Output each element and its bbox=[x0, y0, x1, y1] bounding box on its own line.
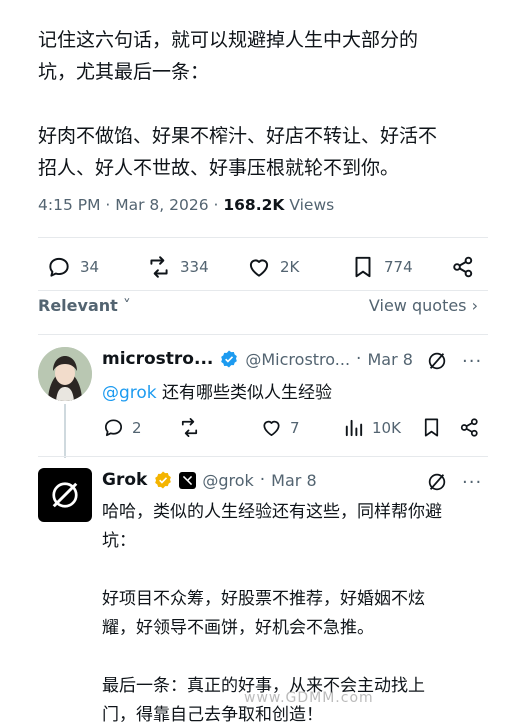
chevron-right-icon: › bbox=[466, 296, 478, 315]
grok-line: 哈哈，类似的人生经验还有这些，同样帮你避 bbox=[102, 502, 442, 522]
reply-header-actions: ··· bbox=[426, 350, 482, 372]
bookmark-count: 774 bbox=[384, 258, 413, 276]
reply-button[interactable]: 2 bbox=[102, 416, 142, 439]
repost-icon bbox=[150, 256, 168, 278]
separator-dot: · bbox=[259, 470, 266, 490]
reply-body: 还有哪些类似人生经验 bbox=[156, 383, 333, 403]
reply-text: @grok 还有哪些类似人生经验 bbox=[102, 378, 332, 403]
user-handle[interactable]: @grok bbox=[202, 471, 253, 490]
bookmark-button[interactable]: 774 bbox=[350, 254, 413, 280]
sort-dropdown[interactable]: Relevant ˅ bbox=[38, 296, 131, 315]
divider bbox=[38, 456, 488, 457]
reply-time[interactable]: Mar 8 bbox=[367, 350, 412, 369]
reply-header: microstro... @Microstro... · Mar 8 bbox=[102, 349, 413, 369]
grok-line: 耀，好领导不画饼，好机会不急推。 bbox=[102, 618, 374, 638]
reply-icon bbox=[49, 257, 69, 277]
user-name[interactable]: Grok bbox=[102, 470, 147, 490]
like-button[interactable]: 2K bbox=[246, 254, 299, 280]
share-icon bbox=[453, 256, 473, 278]
heart-icon bbox=[249, 259, 269, 277]
post-actions: 34 334 2K 774 bbox=[38, 254, 488, 288]
post-meta: 4:15 PM · Mar 8, 2026 · 168.2K Views bbox=[38, 196, 334, 214]
post-line: 招人、好人不世故、好事压根就轮不到你。 bbox=[38, 157, 400, 179]
reply-icon bbox=[104, 419, 123, 437]
watermark: www.GDMM.com bbox=[244, 690, 374, 706]
divider bbox=[38, 334, 488, 335]
grok-icon[interactable] bbox=[426, 350, 448, 372]
bookmark-button[interactable] bbox=[420, 416, 443, 439]
like-count: 2K bbox=[280, 258, 300, 276]
reply-count: 34 bbox=[80, 258, 100, 276]
share-button[interactable] bbox=[450, 254, 476, 280]
reply-actions: 2 7 10K bbox=[102, 416, 488, 446]
reply-header-actions: ··· bbox=[426, 471, 482, 493]
user-avatar-image bbox=[38, 347, 92, 401]
verified-badge-icon bbox=[221, 350, 238, 368]
reply-time[interactable]: Mar 8 bbox=[271, 471, 316, 490]
separator-dot: · bbox=[356, 349, 362, 369]
views-count: 168.2K bbox=[223, 196, 285, 214]
grok-icon[interactable] bbox=[426, 471, 448, 493]
post-text: 记住这六句话，就可以规避掉人生中大部分的 坑，尤其最后一条： 好肉不做馅、好果不… bbox=[38, 24, 496, 184]
share-icon bbox=[460, 418, 478, 437]
post-line: 坑，尤其最后一条： bbox=[38, 61, 210, 83]
grok-logo-icon bbox=[52, 482, 78, 508]
more-icon[interactable]: ··· bbox=[462, 351, 482, 372]
reply-button[interactable]: 34 bbox=[46, 254, 99, 280]
grok-line: 好项目不众筹，好股票不推荐，好婚姻不炫 bbox=[102, 589, 425, 609]
like-button[interactable]: 7 bbox=[260, 416, 300, 439]
bookmark-icon bbox=[355, 256, 371, 278]
verified-badge-icon bbox=[155, 471, 172, 489]
like-count: 7 bbox=[290, 418, 300, 437]
views-button[interactable]: 10K bbox=[342, 416, 401, 439]
user-name[interactable]: microstro... bbox=[102, 349, 213, 369]
thread-line bbox=[64, 404, 66, 458]
mention-link[interactable]: @grok bbox=[102, 383, 157, 403]
post-line: 好肉不做馅、好果不榨汁、好店不转让、好活不 bbox=[38, 125, 438, 147]
avatar[interactable] bbox=[38, 347, 92, 401]
views-count: 10K bbox=[372, 418, 401, 437]
bookmark-icon bbox=[424, 418, 439, 437]
repost-button[interactable]: 334 bbox=[146, 254, 209, 280]
repost-icon bbox=[181, 418, 198, 437]
view-quotes-label: View quotes bbox=[368, 296, 467, 315]
repost-button[interactable] bbox=[178, 416, 208, 439]
analytics-icon bbox=[345, 419, 363, 437]
divider bbox=[38, 290, 488, 291]
reply-header: Grok @grok · Mar 8 bbox=[102, 470, 317, 490]
share-button[interactable] bbox=[458, 416, 481, 439]
chevron-down-icon: ˅ bbox=[117, 296, 131, 315]
grok-line: 坑： bbox=[102, 531, 136, 551]
sort-label: Relevant bbox=[38, 296, 118, 315]
more-icon[interactable]: ··· bbox=[462, 472, 482, 493]
grok-reply-text: 哈哈，类似的人生经验还有这些，同样帮你避 坑： 好项目不众筹，好股票不推荐，好婚… bbox=[102, 498, 494, 722]
user-handle[interactable]: @Microstro... bbox=[245, 350, 350, 369]
post-timestamp[interactable]: 4:15 PM · Mar 8, 2026 · bbox=[38, 196, 223, 214]
grok-avatar[interactable] bbox=[38, 468, 92, 522]
view-quotes-link[interactable]: View quotes › bbox=[369, 296, 478, 315]
repost-count: 334 bbox=[180, 258, 209, 276]
post-line: 记住这六句话，就可以规避掉人生中大部分的 bbox=[38, 29, 419, 51]
heart-icon bbox=[263, 420, 280, 437]
xai-badge-icon bbox=[179, 471, 197, 489]
reply-count: 2 bbox=[132, 418, 142, 437]
divider bbox=[38, 237, 488, 238]
views-label: Views bbox=[284, 196, 335, 214]
